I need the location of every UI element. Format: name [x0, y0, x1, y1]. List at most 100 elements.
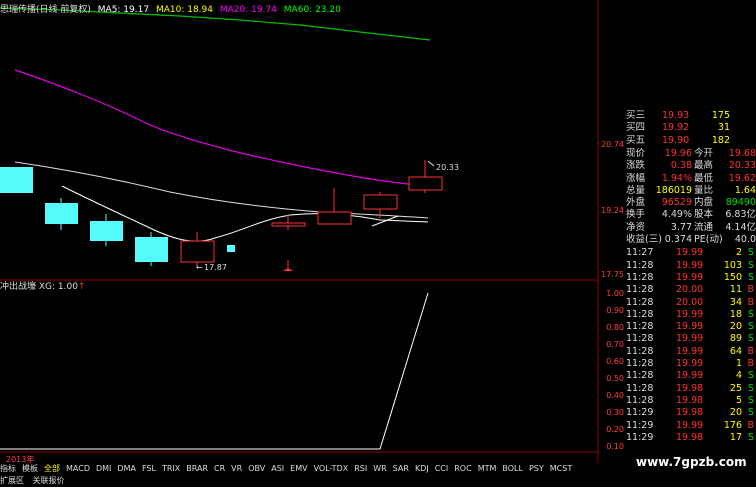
indicator-tab[interactable]: BOLL — [502, 464, 523, 473]
bid-price: 19.93 — [662, 110, 690, 121]
indicator-tab-bar: 指标 模板 全部 MACD DMI DMA FSL TRIX BRAR CR VR OBV ASI EMV… — [0, 463, 600, 475]
indicator-tab[interactable]: DMI — [96, 464, 111, 473]
indicator-tab[interactable]: FSL — [142, 464, 156, 473]
tick-row: 11:28 19.99 89 S — [624, 333, 756, 345]
candle-down — [45, 203, 78, 224]
tick-volume: 34 — [729, 296, 742, 308]
indicator-tab[interactable]: DMA — [117, 464, 136, 473]
price-axis-low: 17.75 — [601, 270, 624, 279]
tick-side: S — [747, 407, 754, 419]
quote-value: 1.94% — [661, 172, 692, 184]
quote-value: 4.49% — [661, 209, 692, 221]
bottom-status: 扩展区 关联报价 — [0, 475, 100, 487]
tick-volume: 64 — [729, 345, 742, 357]
indicator-tab[interactable]: VR — [231, 464, 242, 473]
indicator-tab[interactable]: CR — [214, 464, 225, 473]
indicator-tab[interactable]: 指标 — [0, 464, 16, 473]
tick-row: 11:28 20.00 34 B — [624, 297, 756, 309]
tick-row: 11:29 19.98 20 S — [624, 407, 756, 419]
quote-value: 20.33 — [728, 160, 756, 172]
quote-label: 总量 — [626, 184, 646, 196]
indicator-axis-label: 0.20 — [606, 425, 624, 434]
tick-row: 11:28 19.98 25 S — [624, 383, 756, 395]
tick-row: 11:28 19.99 64 B — [624, 346, 756, 358]
bid-label: 买四 — [626, 122, 646, 134]
tick-time: 11:28 — [626, 333, 654, 345]
indicator-tab[interactable]: CCI — [435, 464, 449, 473]
quote-label: 今开 — [694, 147, 714, 159]
tick-volume: 4 — [735, 370, 742, 382]
candle-down — [135, 237, 168, 262]
indicator-tab[interactable]: PSY — [529, 464, 544, 473]
indicator-tab[interactable]: RSI — [354, 464, 367, 473]
tick-time: 11:28 — [626, 296, 654, 308]
quote-value: 3.77 — [670, 221, 692, 233]
indicator-axis-label: 0.80 — [606, 323, 624, 332]
tick-volume: 11 — [729, 284, 742, 296]
indicator-tab[interactable]: ROC — [454, 464, 471, 473]
quote-label: 外盘 — [626, 197, 646, 209]
tick-volume: 176 — [723, 419, 742, 431]
bid-price: 19.92 — [662, 122, 690, 134]
tick-price: 19.98 — [676, 407, 704, 419]
quote-value: 1.64 — [734, 184, 756, 196]
tick-time: 11:28 — [626, 271, 654, 283]
candle-down — [0, 167, 33, 193]
quote-value: 4.14亿 — [725, 221, 756, 233]
tick-side: S — [747, 247, 754, 259]
indicator-axis-label: 0.60 — [606, 357, 624, 366]
indicator-tab[interactable]: SAR — [393, 464, 409, 473]
candle-up — [180, 240, 215, 263]
indicator-axis-label: 0.40 — [606, 391, 624, 400]
tick-price: 19.98 — [676, 431, 704, 443]
tick-price: 19.99 — [676, 259, 704, 271]
indicator-tab[interactable]: VOL-TDX — [314, 464, 349, 473]
indicator-tab[interactable]: WR — [373, 464, 386, 473]
quote-row: 现价 19.96 今开 19.68 — [624, 148, 756, 160]
indicator-axis-label: 0.50 — [606, 374, 624, 383]
tick-volume: 150 — [723, 271, 742, 283]
indicator-tab[interactable]: EMV — [290, 464, 307, 473]
tick-row: 11:28 20.00 11 B — [624, 284, 756, 296]
indicator-tab[interactable]: 全部 — [44, 464, 60, 473]
quote-label: 流通 — [694, 221, 714, 233]
quote-label: 最高 — [694, 160, 714, 172]
indicator-tab[interactable]: 模板 — [22, 464, 38, 473]
indicator-tab[interactable]: ASI — [271, 464, 284, 473]
indicator-tab[interactable]: OBV — [248, 464, 265, 473]
tick-price: 20.00 — [676, 296, 704, 308]
candle-up — [363, 194, 398, 210]
indicator-tab[interactable]: KDJ — [415, 464, 429, 473]
indicator-tab[interactable]: TRIX — [162, 464, 180, 473]
tick-time: 11:29 — [626, 407, 654, 419]
tick-row: 11:28 19.99 20 S — [624, 321, 756, 333]
tick-price: 19.99 — [676, 358, 704, 369]
quote-label: 涨幅 — [626, 172, 646, 184]
tick-row: 11:29 19.98 17 S — [624, 432, 756, 444]
price-axis-mid: 19.24 — [601, 206, 624, 215]
candlestick-chart[interactable]: 20.33 ← 17.87 — [0, 0, 600, 480]
watermark: www.7gpzb.com — [636, 455, 747, 469]
indicator-tab[interactable]: MTM — [478, 464, 497, 473]
quote-value: 0.374 — [664, 234, 692, 245]
tick-side: S — [747, 333, 754, 345]
tick-time: 11:28 — [626, 321, 654, 333]
bid-volume: 182 — [711, 134, 730, 146]
quote-value: 19.62 — [728, 172, 756, 184]
indicator-tab[interactable]: BRAR — [186, 464, 208, 473]
ma20-line — [14, 69, 429, 187]
extend-area-button[interactable]: 扩展区 — [0, 476, 24, 485]
bid-row: 买三 19.93 175 — [624, 110, 756, 122]
quote-value: 89490 — [725, 197, 756, 209]
indicator-tab[interactable]: MACD — [66, 464, 90, 473]
quote-label: 量比 — [694, 184, 714, 196]
related-quote-button[interactable]: 关联报价 — [33, 476, 65, 485]
quote-value: 96529 — [661, 197, 692, 209]
tick-row: 11:28 19.99 1 B — [624, 358, 756, 370]
tick-price: 19.99 — [676, 345, 704, 357]
tick-row: 11:28 19.99 103 S — [624, 260, 756, 272]
indicator-axis-label: 0.30 — [606, 408, 624, 417]
tick-time: 11:28 — [626, 382, 654, 394]
quote-row: 涨幅 1.94% 最低 19.62 — [624, 173, 756, 185]
indicator-tab[interactable]: MCST — [550, 464, 572, 473]
